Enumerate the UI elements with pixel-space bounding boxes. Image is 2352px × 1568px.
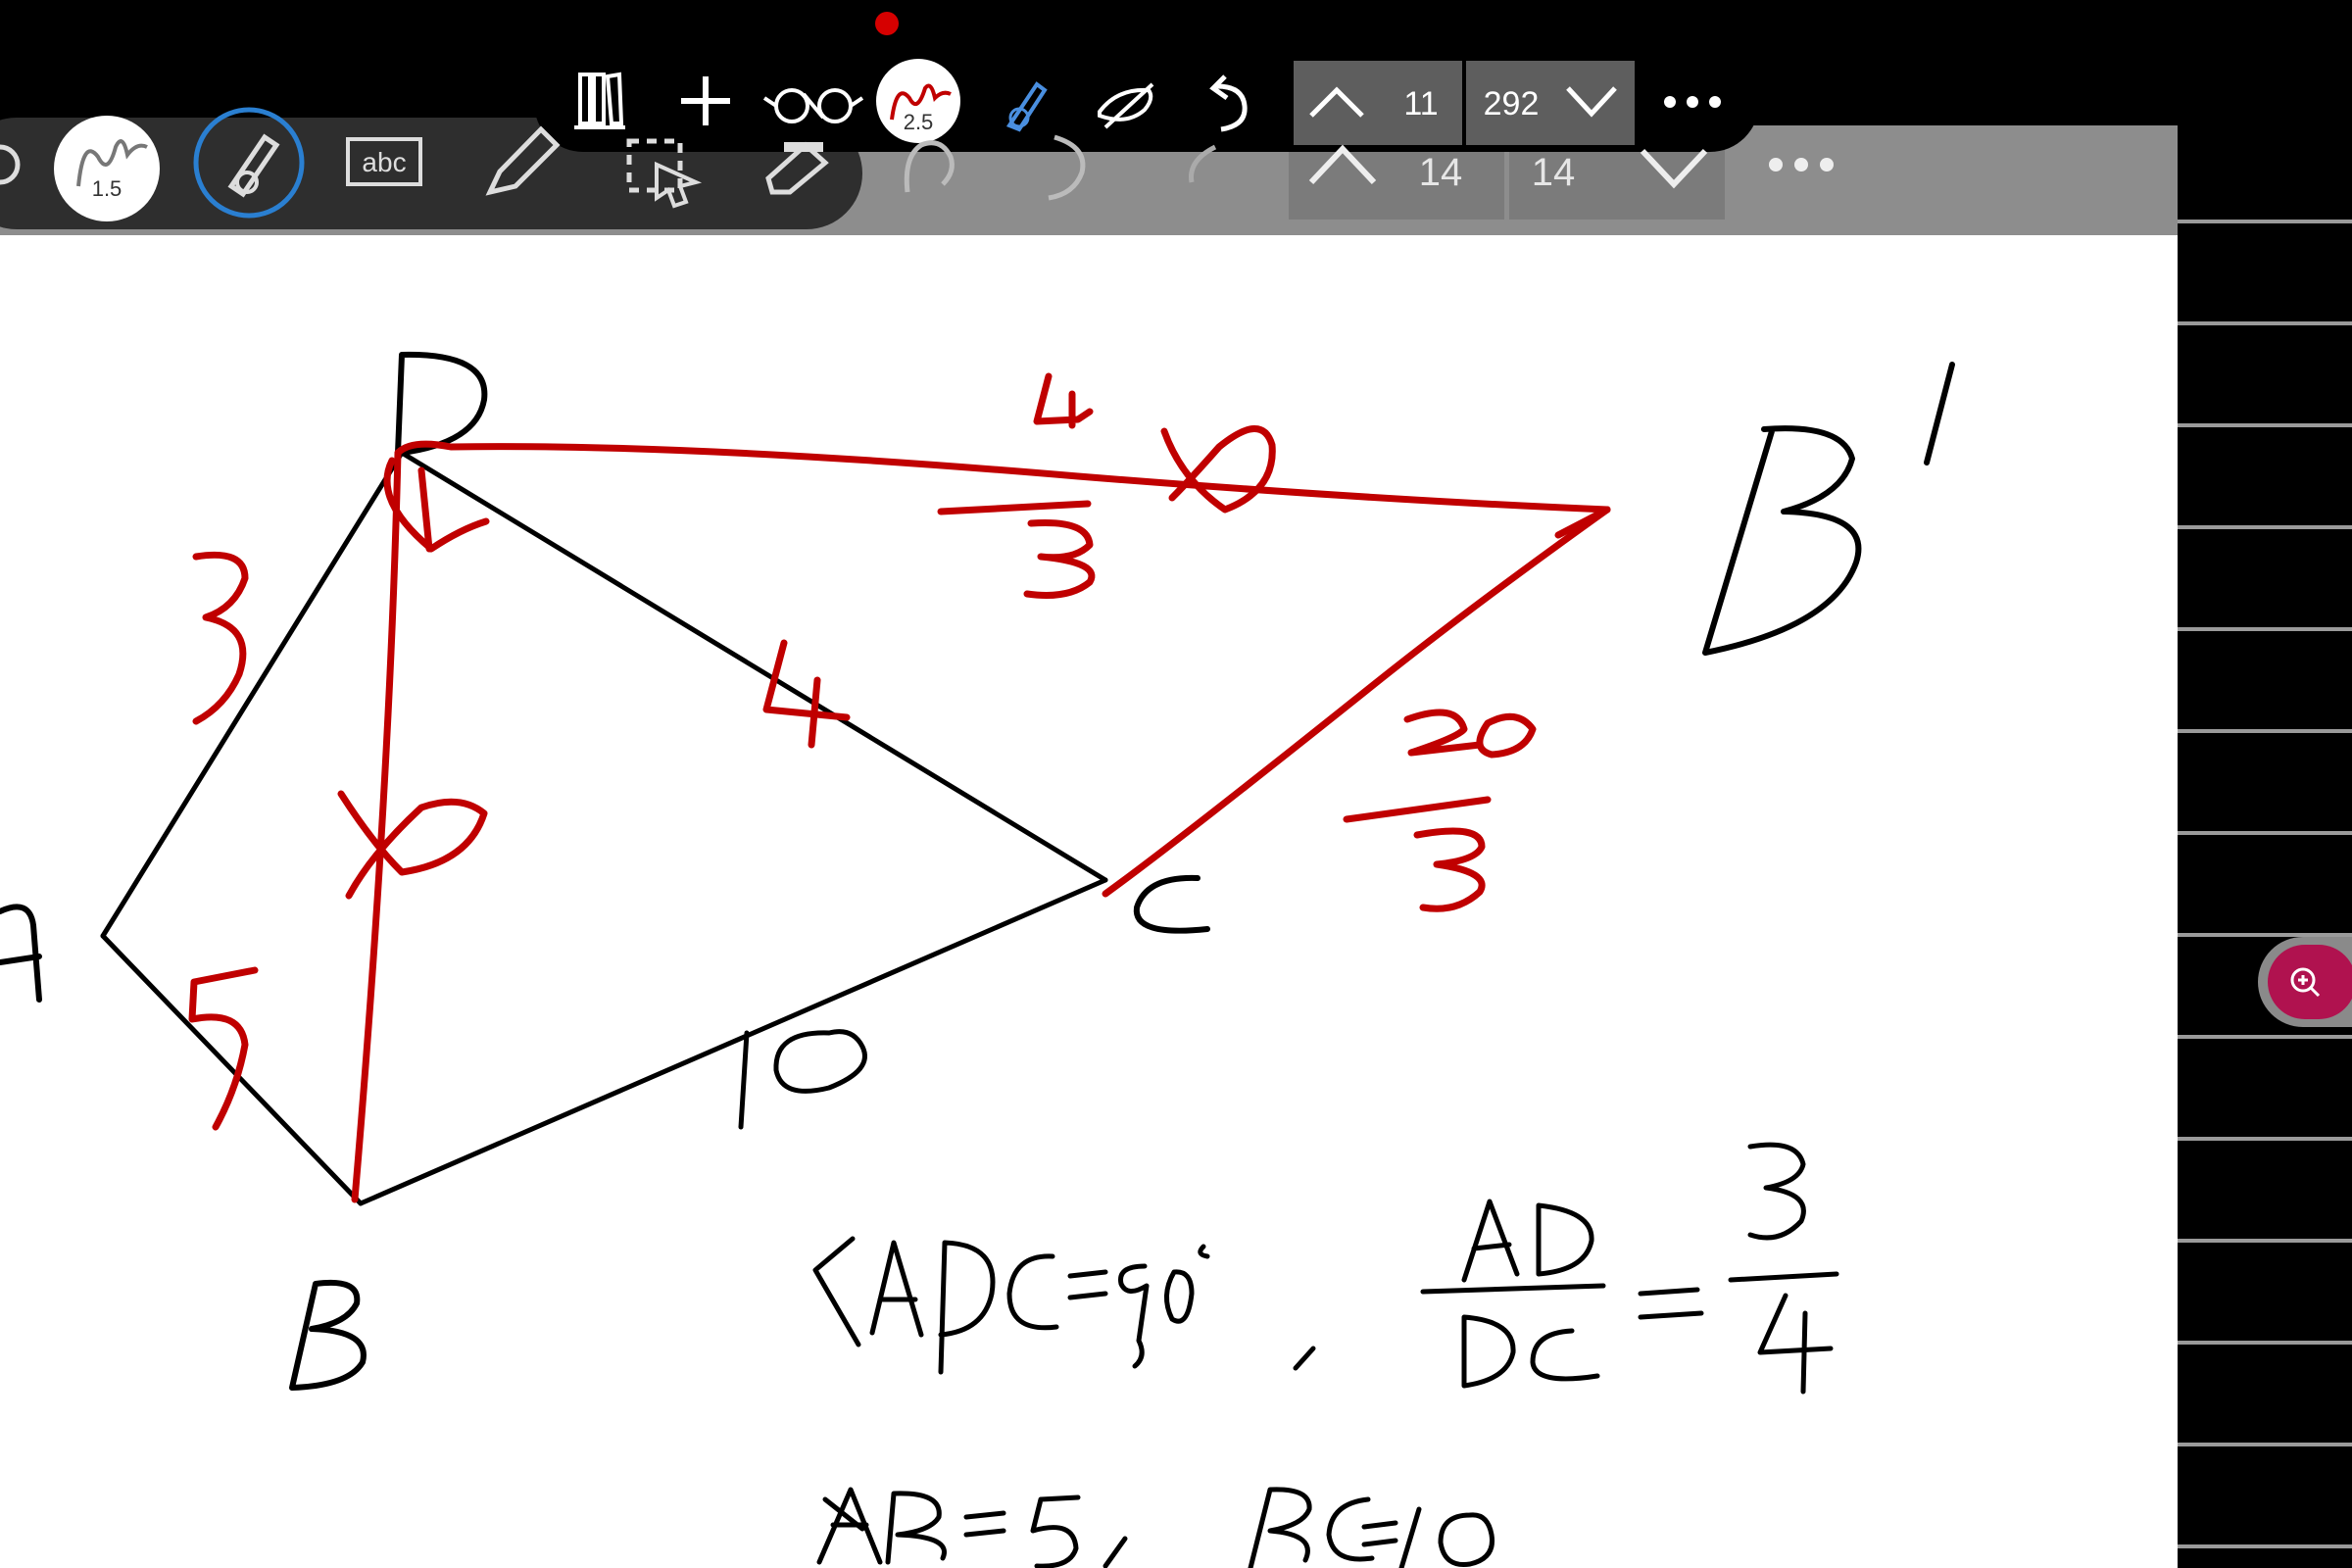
segment-bc — [358, 877, 1108, 1206]
text-tool-icon[interactable]: abc — [346, 137, 422, 186]
equation-angle — [812, 1236, 1316, 1375]
segment-cd — [399, 450, 1108, 883]
label-d — [395, 351, 488, 456]
pen-icon[interactable] — [193, 107, 305, 219]
label-four-thirds — [1033, 372, 1094, 429]
label-10 — [738, 1029, 867, 1130]
label-c — [1133, 874, 1210, 934]
label-b-prime — [1702, 425, 1862, 656]
chevron-up-icon[interactable] — [1309, 86, 1364, 118]
label-b-prime-mark — [1924, 362, 1955, 466]
back-pen-signature-icon — [76, 139, 148, 187]
quadrilateral-abcd — [100, 450, 1108, 1206]
label-b — [289, 1280, 367, 1391]
canvas-overlay: abc — [0, 72, 2321, 1568]
equation-ratio — [1420, 1142, 1839, 1395]
library-icon[interactable] — [574, 72, 625, 129]
undo-back-icon[interactable] — [1048, 134, 1086, 201]
highlight-pen-icon[interactable] — [1005, 81, 1048, 132]
red-segment-db-prime — [394, 440, 1611, 514]
label-3 — [192, 551, 249, 725]
equation-lengths — [816, 1487, 1495, 1568]
eraser-icon[interactable] — [765, 141, 829, 195]
highlighter-icon[interactable] — [485, 125, 561, 196]
redo-back-icon[interactable] — [1189, 144, 1217, 183]
zoom-in-icon — [2290, 967, 2321, 998]
more-icon[interactable] — [1664, 96, 1721, 108]
red-segment-cb-prime — [1102, 506, 1611, 898]
circle-partial-icon — [0, 144, 21, 185]
segment-da — [100, 450, 405, 939]
touch-draw-icon[interactable] — [904, 140, 955, 193]
more-back-icon[interactable] — [1769, 158, 1834, 172]
chevron-down-back-icon[interactable] — [1640, 148, 1708, 189]
chevron-up-back-icon[interactable] — [1308, 144, 1377, 185]
lasso-select-icon[interactable] — [626, 138, 703, 209]
label-a — [0, 904, 42, 1003]
chevron-down-icon[interactable] — [1566, 86, 1617, 118]
reading-glasses-icon[interactable] — [762, 88, 864, 123]
eraser-pen-icon[interactable] — [1098, 82, 1154, 129]
label-twenty-thirds — [1403, 709, 1484, 757]
red-annotations — [188, 372, 1611, 1203]
text-tool-label: abc — [362, 147, 406, 177]
pen-signature-icon — [890, 83, 952, 121]
add-icon[interactable] — [681, 76, 730, 125]
undo-icon[interactable] — [1209, 74, 1248, 132]
